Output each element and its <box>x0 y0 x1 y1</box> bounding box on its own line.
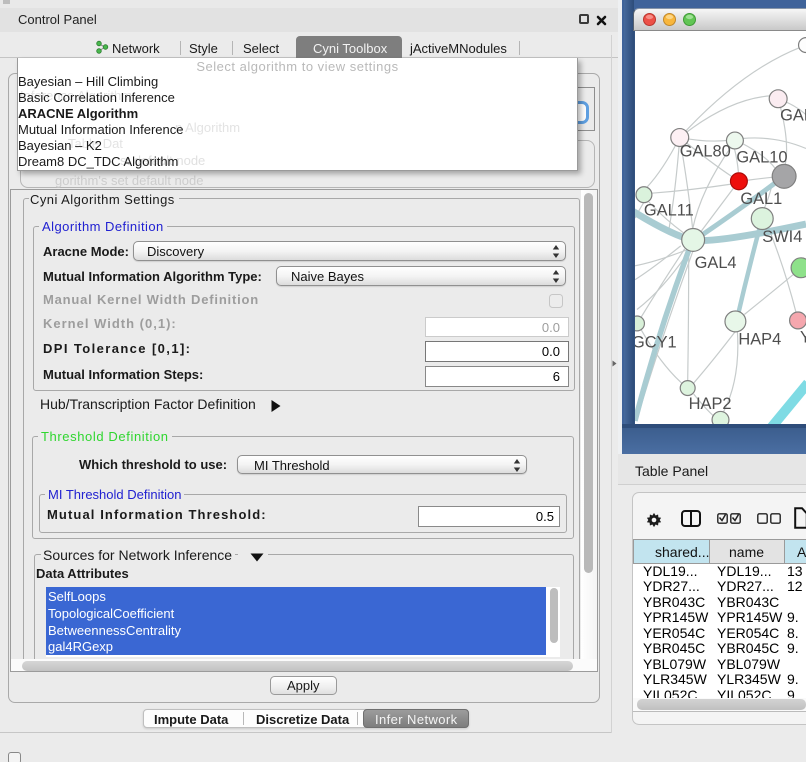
svg-text:GAL80: GAL80 <box>680 142 731 160</box>
svg-text:HAP4: HAP4 <box>738 330 781 348</box>
svg-text:HAP2: HAP2 <box>689 395 732 413</box>
svg-text:GCY1: GCY1 <box>634 333 677 351</box>
svg-text:GAL10: GAL10 <box>736 148 787 166</box>
svg-text:SWI4: SWI4 <box>762 228 802 246</box>
svg-text:Y: Y <box>800 328 806 346</box>
svg-text:GAL4: GAL4 <box>695 254 737 272</box>
svg-text:GAL1: GAL1 <box>740 190 782 208</box>
svg-text:GAL7: GAL7 <box>780 107 806 125</box>
svg-text:GAL11: GAL11 <box>644 202 694 220</box>
